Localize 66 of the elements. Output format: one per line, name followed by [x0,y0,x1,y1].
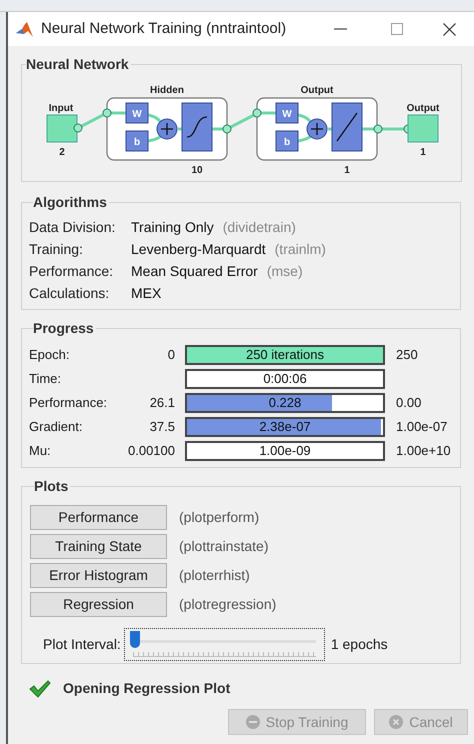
input-label: Input [48,103,74,114]
layer-name: Hidden [150,85,184,96]
field-value: Training Only [131,218,214,237]
field-label: Training: [29,240,84,259]
plot-button[interactable]: Training State [30,534,167,559]
function-name: (plotregression) [179,595,276,614]
cancel-icon [389,715,404,729]
function-name: (trainlm) [274,240,326,259]
layer-name: Output [300,85,334,96]
field-label: Mu: [29,442,52,460]
output-label: Output [406,103,440,114]
progress-bar: 0:00:06 [185,369,385,389]
panel-title: Plots [34,477,70,496]
weight-label: W [282,109,292,120]
close-icon[interactable] [443,22,456,36]
slider-thumb[interactable] [130,631,140,648]
maximize-icon[interactable] [391,23,403,35]
plot-button[interactable]: Regression [30,592,167,617]
field-value: MEX [131,284,162,302]
progress-bar: 0.228 [185,393,385,413]
panel-title: Neural Network [26,55,130,74]
start-value: 37.5 [148,418,175,436]
plot-button[interactable]: Performance [30,505,167,530]
field-label: Performance: [29,262,114,280]
interval-value: 1 epochs [330,635,388,654]
checkmark-icon [29,680,51,698]
field-label: Time: [29,370,62,388]
field-label: Data Division: [29,218,116,236]
peak-logo-icon [16,22,33,36]
bias-label: b [284,137,290,148]
layer-size: 10 [191,165,203,176]
end-value: 1.00e-07 [396,418,448,436]
function-name: (mse) [266,262,303,281]
input-size: 2 [59,147,65,158]
window-title: Neural Network Training (nntraintool) [41,18,286,39]
start-value: 0.00100 [127,442,175,460]
field-value: Mean Squared Error [131,262,258,281]
start-value: 0 [166,346,175,364]
end-value: 0.00 [396,394,422,412]
field-label: Plot Interval: [43,635,121,654]
status-message: Opening Regression Plot [63,679,230,698]
start-value: 26.1 [148,394,175,412]
stop-icon [246,715,260,729]
field-label: Performance: [29,394,108,412]
field-label: Epoch: [29,346,70,364]
field-value: Levenberg-Marquardt [131,240,266,259]
plot-button[interactable]: Error Histogram [30,563,167,588]
end-value: 1.00e+10 [396,442,451,460]
end-value: 250 [396,346,418,364]
function-name: (plottrainstate) [179,537,268,556]
minimize-icon[interactable] [334,28,347,30]
plot-interval-slider[interactable] [124,628,325,661]
panel-title: Progress [33,319,95,338]
field-label: Calculations: [29,284,110,302]
progress-bar: 1.00e-09 [185,441,385,461]
progress-bar: 2.38e-07 [185,417,385,437]
bias-label: b [134,137,140,148]
layer-size: 1 [344,165,350,176]
panel-title: Algorithms [33,193,108,212]
function-name: (plotperform) [179,508,260,527]
output-size: 1 [420,147,426,158]
progress-bar: 250 iterations [185,345,385,365]
function-name: (ploterrhist) [179,566,250,585]
field-label: Gradient: [29,418,84,436]
weight-label: W [132,109,142,120]
function-name: (dividetrain) [222,218,296,237]
